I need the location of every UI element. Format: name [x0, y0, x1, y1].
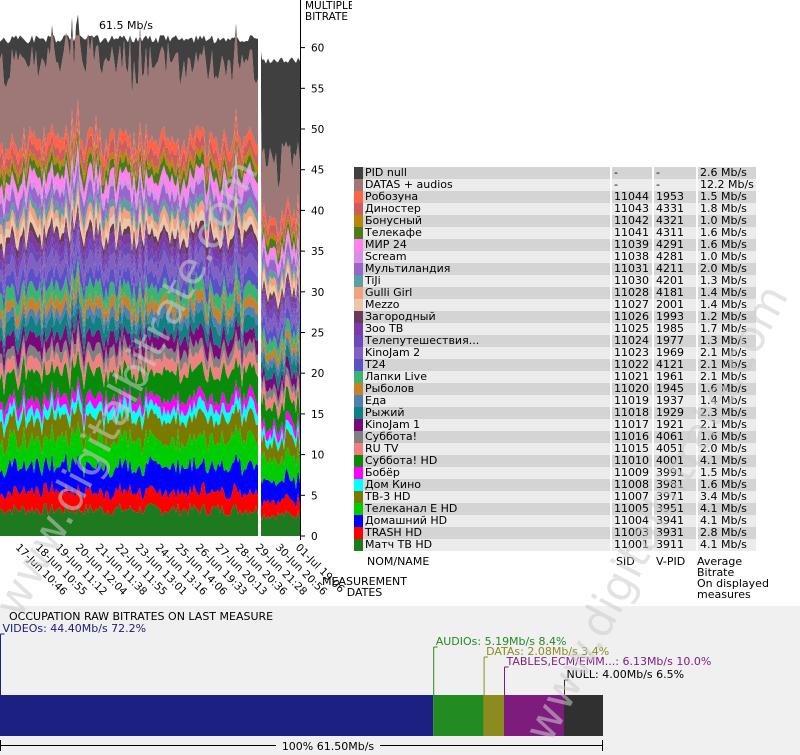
legend-header-rate: Average Bitrate On displayed measures	[697, 555, 769, 601]
legend-header-sid: SID	[616, 555, 635, 568]
y-tick-label: 10	[311, 450, 324, 462]
legend-row: Еда 11019 1937 1.4 Mb/s	[354, 395, 756, 407]
occupation-panel: OCCUPATION RAW BITRATES ON LAST MEASURE …	[0, 606, 800, 755]
occupation-bar-chart: VIDEOs: 44.40Mb/s 72.2%AUDIOs: 5.19Mb/s …	[0, 622, 712, 753]
legend-name: Gulli Girl	[363, 287, 610, 299]
legend-color-swatch	[354, 167, 363, 179]
legend-row: Матч ТВ HD 11001 3911 4.1 Mb/s	[354, 539, 756, 551]
occupation-segment	[504, 695, 564, 736]
legend-color-swatch	[354, 275, 363, 287]
legend-name: Рыболов	[363, 383, 610, 395]
occupation-segment	[0, 695, 434, 736]
legend-color-swatch	[354, 179, 363, 191]
legend-row: Суббота! HD 11010 4001 4.1 Mb/s	[354, 455, 756, 467]
service-legend-table: PID null - -2.6 Mb/s DATAS + audios - -12.2 M…	[354, 167, 756, 551]
legend-row: Телекафе 11041 4311 1.6 Mb/s	[354, 227, 756, 239]
legend-color-swatch	[354, 311, 363, 323]
legend-name: Матч ТВ HD	[363, 539, 610, 551]
legend-color-swatch	[354, 191, 363, 203]
y-tick-label: 15	[311, 409, 324, 421]
occupation-segment-label: NULL: 4.00Mb/s 6.5%	[567, 668, 685, 681]
legend-color-swatch	[354, 503, 363, 515]
legend-color-swatch	[354, 239, 363, 251]
legend-color-swatch	[354, 299, 363, 311]
y-tick-label: 60	[311, 43, 324, 55]
legend-color-swatch	[354, 251, 363, 263]
legend-color-swatch	[354, 467, 363, 479]
legend-color-swatch	[354, 203, 363, 215]
legend-row: Дом Кино 11008 3981 1.6 Mb/s	[354, 479, 756, 491]
legend-sid: -	[612, 167, 652, 179]
legend-color-swatch	[354, 323, 363, 335]
legend-row: Лапки Live 11021 1961 2.1 Mb/s	[354, 371, 756, 383]
data-gap	[258, 35, 261, 536]
stacked-area-series	[0, 14, 300, 536]
y-axis-title-line2: BITRATE	[305, 11, 348, 23]
y-tick-label: 5	[311, 490, 318, 502]
legend-row: KinoJam 2 11023 1969 2.1 Mb/s	[354, 347, 756, 359]
y-tick-label: 55	[311, 83, 324, 95]
legend-color-swatch	[354, 263, 363, 275]
y-tick-label: 20	[311, 368, 324, 380]
legend-row: МИР 24 11039 4291 1.6 Mb/s	[354, 239, 756, 251]
occupation-segment	[564, 695, 603, 736]
legend-row: Gulli Girl 11028 4181 1.4 Mb/s	[354, 287, 756, 299]
legend-color-swatch	[354, 335, 363, 347]
legend-rate: 4.1 Mb/s	[698, 539, 756, 551]
legend-color-swatch	[354, 359, 363, 371]
legend-color-swatch	[354, 479, 363, 491]
legend-color-swatch	[354, 419, 363, 431]
y-tick-label: 0	[311, 531, 318, 543]
occupation-segment	[483, 695, 504, 736]
y-tick-label: 40	[311, 205, 324, 217]
occupation-total-label: 100% 61.50Mb/s	[282, 740, 375, 753]
legend-color-swatch	[354, 215, 363, 227]
x-axis-title: MEASUREMENT DATES	[322, 575, 407, 599]
y-tick-label: 45	[311, 165, 324, 177]
legend-color-swatch	[354, 491, 363, 503]
legend-color-swatch	[354, 227, 363, 239]
occupation-segment-label: TABLES,ECM/EMM...: 6.13Mb/s 10.0%	[506, 655, 712, 668]
legend-color-swatch	[354, 383, 363, 395]
legend-row: Загородный 11026 1993 1.2 Mb/s	[354, 311, 756, 323]
legend-sid: 11001	[612, 539, 652, 551]
legend-color-swatch	[354, 407, 363, 419]
legend-row: Мультиландия 11031 4211 2.0 Mb/s	[354, 263, 756, 275]
y-tick-label: 25	[311, 328, 324, 340]
y-axis-ticks: 0 5 10 15 20 25 30 35 40 45 50 55 60	[300, 43, 324, 543]
y-tick-label: 30	[311, 287, 324, 299]
legend-name: Мультиландия	[363, 263, 610, 275]
legend-color-swatch	[354, 287, 363, 299]
legend-color-swatch	[354, 455, 363, 467]
legend-color-swatch	[354, 347, 363, 359]
legend-color-swatch	[354, 371, 363, 383]
legend-vpid: -	[654, 167, 696, 179]
occupation-segment	[433, 695, 484, 736]
legend-name: Суббота! HD	[363, 455, 610, 467]
peak-bitrate-label: 61.5 Mb/s	[99, 19, 153, 32]
legend-vpid: 3911	[654, 539, 696, 551]
y-tick-label: 50	[311, 124, 324, 136]
legend-row: TiJi 11030 4201 1.3 Mb/s	[354, 275, 756, 287]
legend-header-vpid: V-PID	[656, 555, 686, 568]
legend-color-swatch	[354, 395, 363, 407]
legend-color-swatch	[354, 515, 363, 527]
legend-name: Суббота!	[363, 431, 610, 443]
legend-color-swatch	[354, 443, 363, 455]
occupation-segment-label: VIDEOs: 44.40Mb/s 72.2%	[3, 622, 147, 635]
multiplex-bitrate-chart: 0 5 10 15 20 25 30 35 40 45 50 55 60 17-Jun 10:4618-…	[0, 0, 352, 599]
legend-color-swatch	[354, 539, 363, 551]
x-axis-ticks: 17-Jun 10:4618-Jun 10:5519-Jun 11:1220-J…	[13, 542, 347, 599]
legend-header-name: NOM/NAME	[367, 555, 430, 568]
legend-color-swatch	[354, 527, 363, 539]
legend-row: Рыболов 11020 1945 1.6 Mb/s	[354, 383, 756, 395]
legend-row: Суббота! 11016 4061 1.6 Mb/s	[354, 431, 756, 443]
legend-color-swatch	[354, 431, 363, 443]
legend-name: KinoJam 2	[363, 347, 610, 359]
y-tick-label: 35	[311, 246, 324, 258]
